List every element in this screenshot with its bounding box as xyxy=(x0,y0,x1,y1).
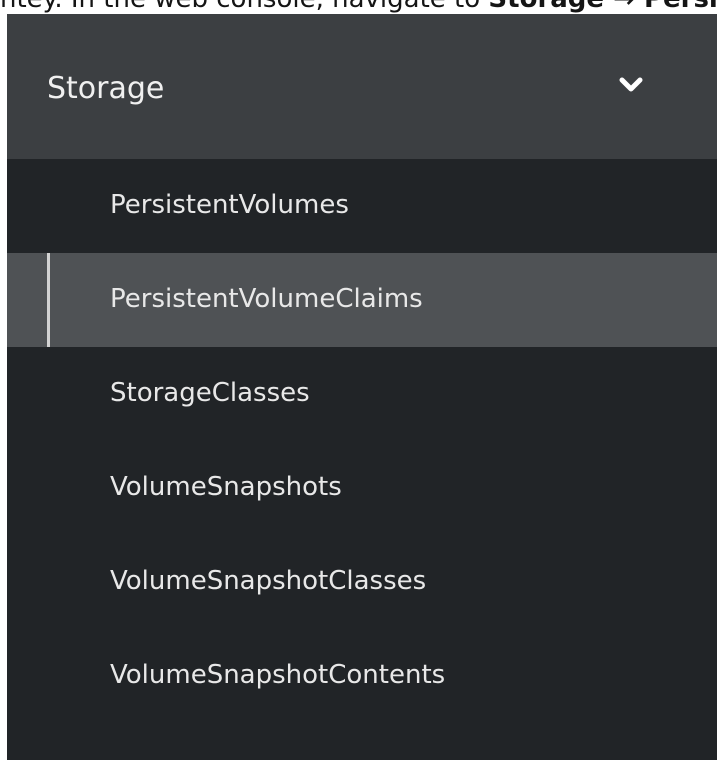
instruction-text: ntey. In the web console, navigate to St… xyxy=(0,0,717,14)
nav-item-label: PersistentVolumes xyxy=(110,190,349,220)
instruction-text-path: Storage → Persiste xyxy=(488,0,717,14)
nav-item-label: PersistentVolumeClaims xyxy=(110,284,423,314)
nav-item-storageclasses[interactable]: StorageClasses xyxy=(7,347,717,441)
nav-item-volumesnapshots[interactable]: VolumeSnapshots xyxy=(7,441,717,535)
nav-item-label: VolumeSnapshotContents xyxy=(110,660,446,690)
screenshot: ntey. In the web console, navigate to St… xyxy=(0,0,717,760)
nav-item-persistentvolumeclaims[interactable]: PersistentVolumeClaims xyxy=(7,253,717,347)
nav-item-volumesnapshotclasses[interactable]: VolumeSnapshotClasses xyxy=(7,535,717,629)
nav-item-persistentvolumes[interactable]: PersistentVolumes xyxy=(7,159,717,253)
nav-item-volumesnapshotcontents[interactable]: VolumeSnapshotContents xyxy=(7,629,717,723)
nav-section-title: Storage xyxy=(47,71,165,106)
sidebar-nav: Storage PersistentVolumes PersistentVolu… xyxy=(7,14,717,760)
nav-section-storage-toggle[interactable]: Storage xyxy=(7,14,717,159)
chevron-down-icon xyxy=(619,77,643,92)
instruction-text-prefix: ntey. In the web console, navigate to xyxy=(0,0,488,14)
nav-item-label: StorageClasses xyxy=(110,378,310,408)
nav-item-label: VolumeSnapshotClasses xyxy=(110,566,427,596)
nav-item-label: VolumeSnapshots xyxy=(110,472,342,502)
